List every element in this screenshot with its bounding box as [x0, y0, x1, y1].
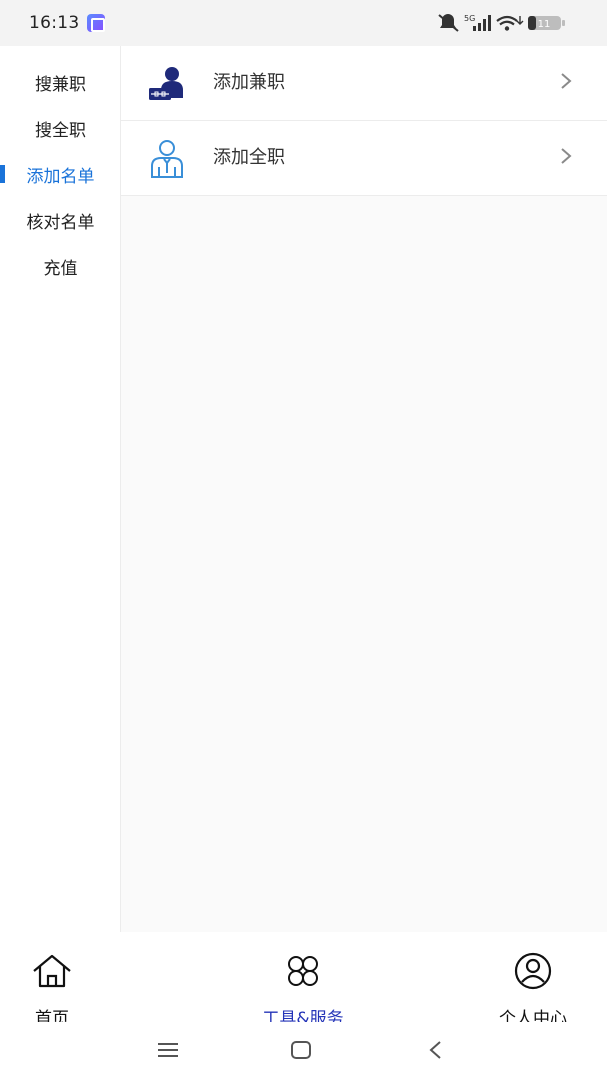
sidebar: 搜兼职 搜全职 添加名单 核对名单 充值 [0, 46, 121, 932]
sidebar-item-add-list[interactable]: 添加名单 [0, 154, 121, 194]
sidebar-item-search-part-time[interactable]: 搜兼职 [0, 62, 121, 102]
battery-level: 11 [538, 19, 551, 30]
gallery-app-icon [87, 14, 105, 32]
status-indicators: 5G 11 [437, 12, 577, 34]
system-nav-bar [0, 1022, 607, 1080]
part-time-worker-icon [149, 67, 183, 100]
status-bar: 16:13 5G 11 [0, 0, 607, 46]
tab-profile[interactable]: 个人中心 [473, 948, 593, 1029]
tab-home[interactable]: 首页 [0, 948, 112, 1029]
add-full-time-label: 添加全职 [213, 147, 285, 168]
content-panel: 添加兼职 添加全职 [121, 46, 607, 932]
wifi-icon [496, 15, 524, 31]
bottom-tab-bar: 首页 工具&服务 个人中心 [0, 932, 607, 1029]
sidebar-item-recharge[interactable]: 充值 [0, 246, 121, 286]
user-circle-icon [514, 952, 552, 990]
battery-icon: 11 [528, 16, 565, 30]
add-part-time-row[interactable]: 添加兼职 [121, 46, 607, 121]
chevron-right-icon [561, 73, 572, 89]
mute-bell-icon [438, 14, 459, 32]
home-button-icon[interactable] [289, 1038, 313, 1062]
home-icon [33, 954, 71, 988]
network-type: 5G [464, 14, 475, 23]
sidebar-item-check-list[interactable]: 核对名单 [0, 200, 121, 240]
sidebar-item-label: 搜兼职 [35, 74, 86, 95]
grid-icon [288, 956, 318, 986]
chevron-right-icon [561, 148, 572, 164]
add-full-time-row[interactable]: 添加全职 [121, 121, 607, 196]
signal-icon [473, 15, 491, 31]
add-part-time-label: 添加兼职 [213, 72, 285, 93]
sidebar-item-search-full-time[interactable]: 搜全职 [0, 108, 121, 148]
menu-icon[interactable] [156, 1038, 180, 1062]
back-icon[interactable] [424, 1038, 448, 1062]
sidebar-item-label: 核对名单 [26, 212, 95, 233]
tab-tools-services[interactable]: 工具&服务 [243, 948, 363, 1029]
sidebar-item-label: 搜全职 [35, 120, 86, 141]
sidebar-item-label: 充值 [43, 258, 78, 279]
status-time: 16:13 [29, 13, 80, 33]
full-time-worker-icon [151, 140, 183, 178]
sidebar-item-label: 添加名单 [26, 166, 95, 187]
